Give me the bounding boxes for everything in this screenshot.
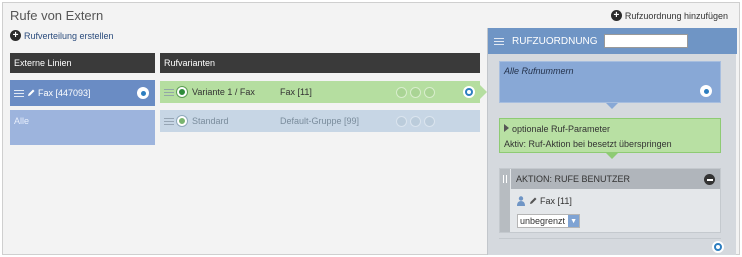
action-title: AKTION: RUFE BENUTZER bbox=[516, 174, 631, 184]
drag-handle-icon[interactable] bbox=[164, 117, 174, 125]
flow-arrow bbox=[606, 103, 618, 109]
optional-params-box[interactable]: optionale Ruf-Parameter Aktiv: Ruf-Aktio… bbox=[499, 118, 721, 153]
external-line-label: Fax [447093] bbox=[38, 88, 91, 98]
remove-action-icon[interactable] bbox=[704, 174, 715, 185]
drag-handle-icon[interactable] bbox=[14, 89, 24, 97]
action-box: AKTION: RUFE BENUTZER Fax [11] unbegrenz… bbox=[499, 168, 721, 233]
pencil-icon[interactable] bbox=[529, 197, 537, 205]
plus-icon: + bbox=[610, 10, 622, 21]
action-drag-handle[interactable] bbox=[500, 169, 510, 232]
settings-icon[interactable] bbox=[137, 87, 149, 99]
external-line-all[interactable]: Alle bbox=[10, 110, 155, 145]
holiday-icon[interactable] bbox=[410, 86, 421, 98]
user-icon bbox=[517, 196, 525, 206]
expand-icon bbox=[504, 124, 509, 132]
variant-name: Standard bbox=[192, 116, 229, 126]
duration-select[interactable]: unbegrenzt ▼ bbox=[517, 214, 581, 228]
drag-handle-icon[interactable] bbox=[494, 37, 504, 45]
optional-params-toggle[interactable]: optionale Ruf-Parameter bbox=[504, 122, 716, 137]
action-user-label: Fax [11] bbox=[540, 196, 572, 206]
duration-select-value: unbegrenzt bbox=[520, 216, 566, 226]
all-numbers-box[interactable]: Alle Rufnummern bbox=[499, 61, 721, 103]
assignment-panel: RUFZUORDNUNG Alle Rufnummern optionale R… bbox=[487, 28, 737, 255]
status-icon bbox=[177, 116, 187, 126]
action-header: AKTION: RUFE BENUTZER bbox=[511, 169, 720, 189]
grip-icon bbox=[503, 175, 507, 183]
variant-row[interactable]: Standard Default-Gruppe [99] bbox=[160, 110, 480, 132]
status-active-icon bbox=[177, 87, 187, 97]
add-assignment-label: Rufzuordnung hinzufügen bbox=[624, 10, 728, 21]
plus-icon: + bbox=[10, 30, 21, 41]
calendar-icon[interactable] bbox=[424, 115, 435, 127]
pencil-icon bbox=[28, 89, 35, 96]
panel-title: RUFZUORDNUNG bbox=[512, 35, 598, 47]
variant-group: Fax [11] bbox=[280, 87, 312, 97]
settings-icon[interactable] bbox=[712, 241, 724, 253]
divider bbox=[499, 238, 721, 239]
flow-arrow bbox=[606, 153, 618, 159]
selected-arrow bbox=[480, 85, 487, 99]
add-assignment-button[interactable]: + Rufzuordnung hinzufügen bbox=[610, 10, 728, 21]
variant-name: Variante 1 / Fax bbox=[192, 87, 255, 97]
schedule-icon[interactable] bbox=[396, 86, 407, 98]
optional-params-detail: Aktiv: Ruf-Aktion bei besetzt überspring… bbox=[504, 139, 672, 149]
all-numbers-label: Alle Rufnummern bbox=[504, 66, 574, 76]
calendar-icon[interactable] bbox=[424, 86, 435, 98]
variants-header: Rufvarianten bbox=[160, 53, 480, 73]
drag-handle-icon[interactable] bbox=[164, 88, 174, 96]
settings-icon[interactable] bbox=[463, 86, 475, 98]
variant-row[interactable]: Variante 1 / Fax Fax [11] bbox=[160, 81, 480, 103]
variant-group: Default-Gruppe [99] bbox=[280, 116, 360, 126]
create-distribution-button[interactable]: + Rufverteilung erstellen bbox=[10, 30, 114, 41]
settings-icon[interactable] bbox=[700, 85, 712, 97]
external-line-fax[interactable]: Fax [447093] bbox=[10, 80, 155, 106]
schedule-icon[interactable] bbox=[396, 115, 407, 127]
variant-icons bbox=[396, 115, 435, 127]
optional-params-label: optionale Ruf-Parameter bbox=[512, 124, 611, 134]
page-title: Rufe von Extern bbox=[10, 8, 104, 23]
variant-icons bbox=[396, 86, 435, 98]
action-user: Fax [11] bbox=[517, 196, 572, 206]
external-line-label: Alle bbox=[14, 116, 30, 126]
assignment-name-input[interactable] bbox=[603, 34, 688, 48]
external-lines-header: Externe Linien bbox=[10, 53, 155, 73]
holiday-icon[interactable] bbox=[410, 115, 421, 127]
panel-header: RUFZUORDNUNG bbox=[488, 28, 737, 54]
create-distribution-label: Rufverteilung erstellen bbox=[24, 30, 114, 41]
chevron-down-icon: ▼ bbox=[568, 215, 580, 227]
